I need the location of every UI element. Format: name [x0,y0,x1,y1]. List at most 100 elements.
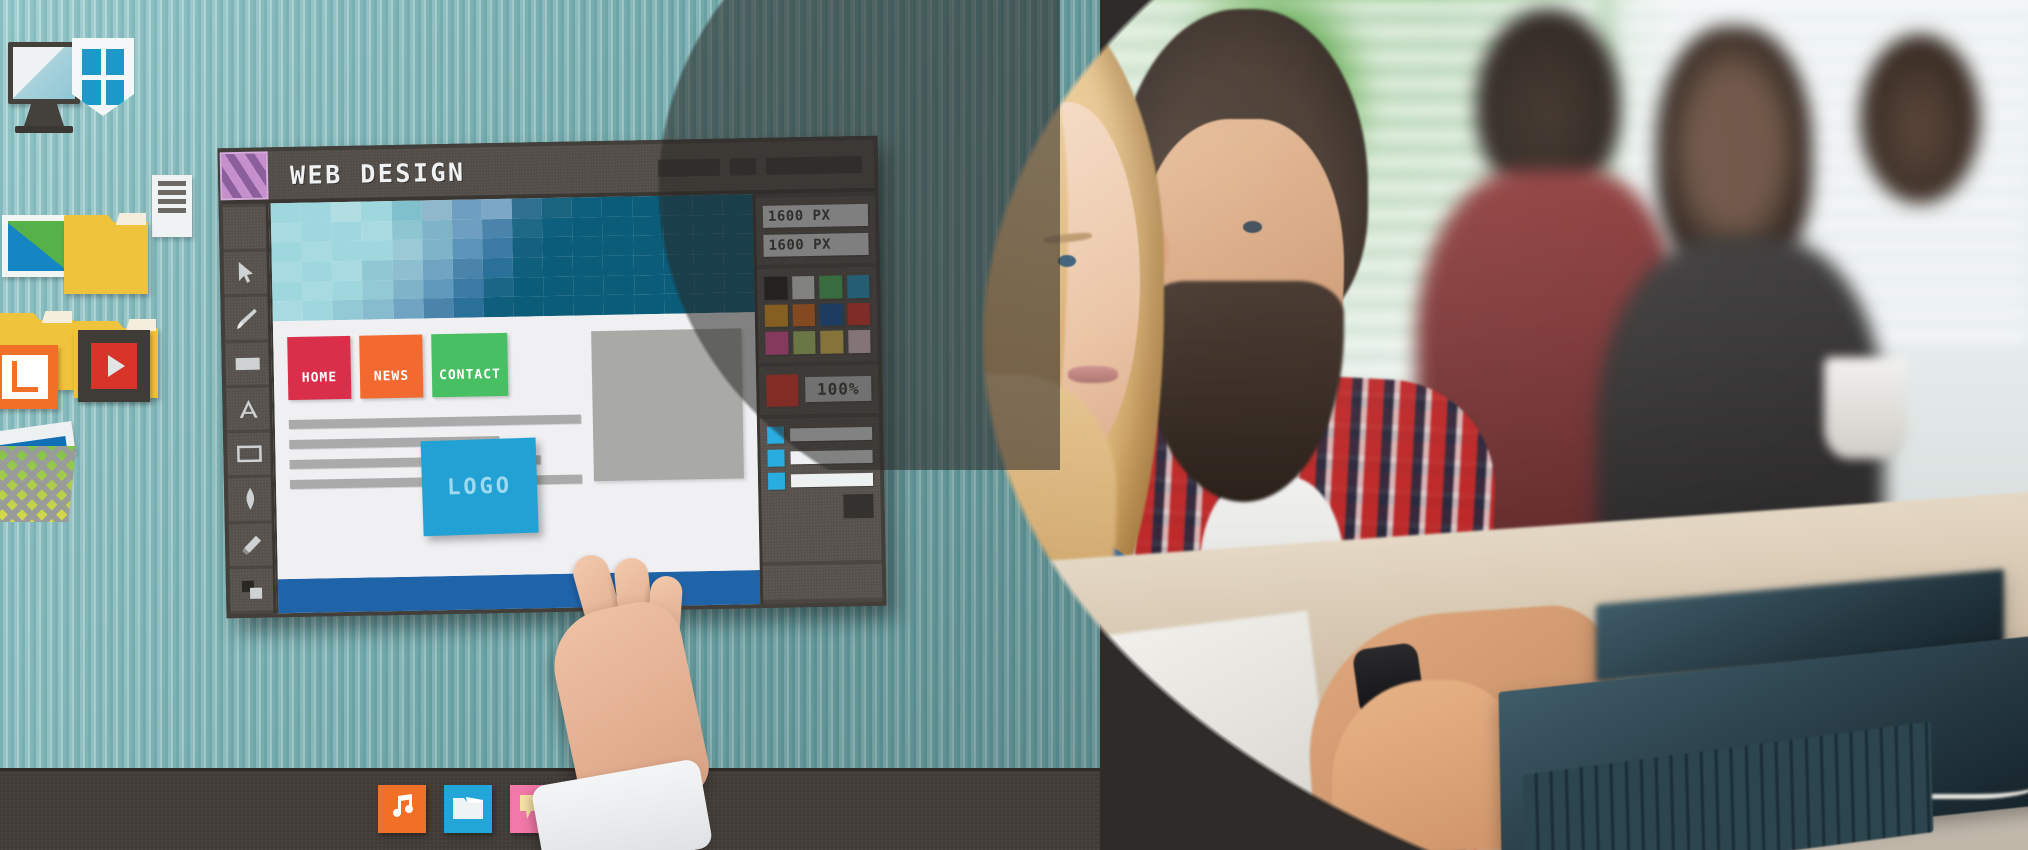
hero-pixel [362,260,393,281]
shield-body [72,38,134,116]
color-swatch[interactable] [765,331,789,355]
nav-button-label: HOME [301,370,338,386]
picture-frame-image [8,221,70,271]
hero-pixel [331,221,362,242]
color-swatch[interactable] [792,303,816,327]
site-right-column [591,328,746,573]
shield-pane [82,49,101,75]
letter-a-icon [239,399,258,418]
hero-pixel [664,293,695,314]
logo-note-label: LOGO [446,473,513,501]
color-picker-tool[interactable] [229,568,274,612]
design-canvas[interactable]: HOME NEWS CONTACT LOGO [268,194,761,614]
hero-pixel [722,194,753,215]
color-swatch[interactable] [764,276,788,300]
hero-pixel [693,253,724,274]
hero-pixel [692,214,724,235]
hero-pixel-banner [270,194,755,322]
hero-pixel [693,273,725,294]
play-triangle-icon [107,355,125,377]
logo-sticky-note[interactable]: LOGO [420,437,539,537]
app-body: HOME NEWS CONTACT LOGO 1600 PX 1600 PX [222,191,883,615]
hero-pixel [693,234,724,255]
hero-pixel [601,196,633,217]
hero-pixel [481,218,513,239]
hero-pixel [271,242,302,263]
music-note-icon [0,345,58,409]
files-app-icon[interactable] [444,785,492,833]
hero-pixel [453,297,484,318]
fill-tool[interactable] [225,342,270,386]
monitor-screen [8,42,80,104]
layer-color-swatch [767,449,785,467]
hero-pixel [482,277,514,298]
hero-pixel [482,238,513,259]
hero-pixel [512,257,544,278]
hero-pixel [633,274,665,295]
nav-button-news[interactable]: NEWS [359,334,424,399]
hero-pixel [331,260,363,281]
shape-tool[interactable] [227,477,272,521]
hero-pixel [451,218,483,240]
music-app-icon[interactable] [378,785,426,833]
hand-holding-note [530,550,735,850]
hero-pixel [452,277,484,299]
filled-rectangle-icon [235,357,260,370]
color-swatch[interactable] [764,303,788,327]
hero-pixel [272,301,303,322]
hero-pixel [542,236,573,258]
rectangle-tool[interactable] [227,432,271,476]
hero-pixel [513,276,544,298]
shield-pane [105,49,124,75]
hero-pixel [302,280,333,302]
hero-pixel [662,195,693,216]
menu-chip[interactable] [729,157,757,176]
site-mockup-body: HOME NEWS CONTACT LOGO [272,312,760,580]
menu-chip[interactable] [657,158,721,177]
man-eye [1243,221,1263,233]
hero-pixel [573,295,605,316]
hero-pixel [572,236,604,257]
select-tool[interactable] [223,251,268,295]
eraser-icon [241,535,261,555]
nav-button-home[interactable]: HOME [287,335,352,401]
hero-pixel [483,297,514,318]
hero-pixel [423,298,454,319]
hero-pixel [301,241,332,262]
hero-pixel [694,293,725,314]
hero-pixel [542,256,574,277]
hero-pixel [422,278,454,299]
app-title: WEB DESIGN [289,157,466,190]
shirt-cuff [530,757,714,850]
hero-pixel [511,217,543,239]
recycle-bin-icon [0,421,80,522]
hero-pixel [543,295,575,317]
nav-button-contact[interactable]: CONTACT [431,332,509,398]
eraser-tool[interactable] [228,522,273,566]
brush-tool[interactable] [224,296,269,340]
color-swatch[interactable] [791,275,815,299]
hero-pixel [361,220,392,241]
text-tool[interactable] [226,387,270,431]
video-play-icon [78,330,150,402]
web-design-app-window: WEB DESIGN HOME NEWS CONTACT LOGO 1600 P… [217,135,887,619]
hero-pixel [421,199,452,221]
tool-rail [222,203,277,615]
folder-icon [64,222,148,294]
woman-lips [1068,365,1119,383]
monitor-screen-inner [13,47,75,99]
hero-pixel [362,299,394,320]
blank-tool[interactable] [222,206,267,250]
hero-pixel [724,292,755,313]
hero-pixel [662,234,694,255]
hero-pixel [271,261,303,283]
color-swatch[interactable] [792,330,816,354]
hero-pixel [722,213,754,235]
document-thumbnail [152,175,192,237]
music-note-icon [387,792,417,827]
active-color-chip[interactable] [765,373,799,407]
windows-shield-icon [72,38,134,116]
diamond-icon [246,488,254,511]
shield-pane [82,79,101,105]
monitor-stand [24,104,64,126]
